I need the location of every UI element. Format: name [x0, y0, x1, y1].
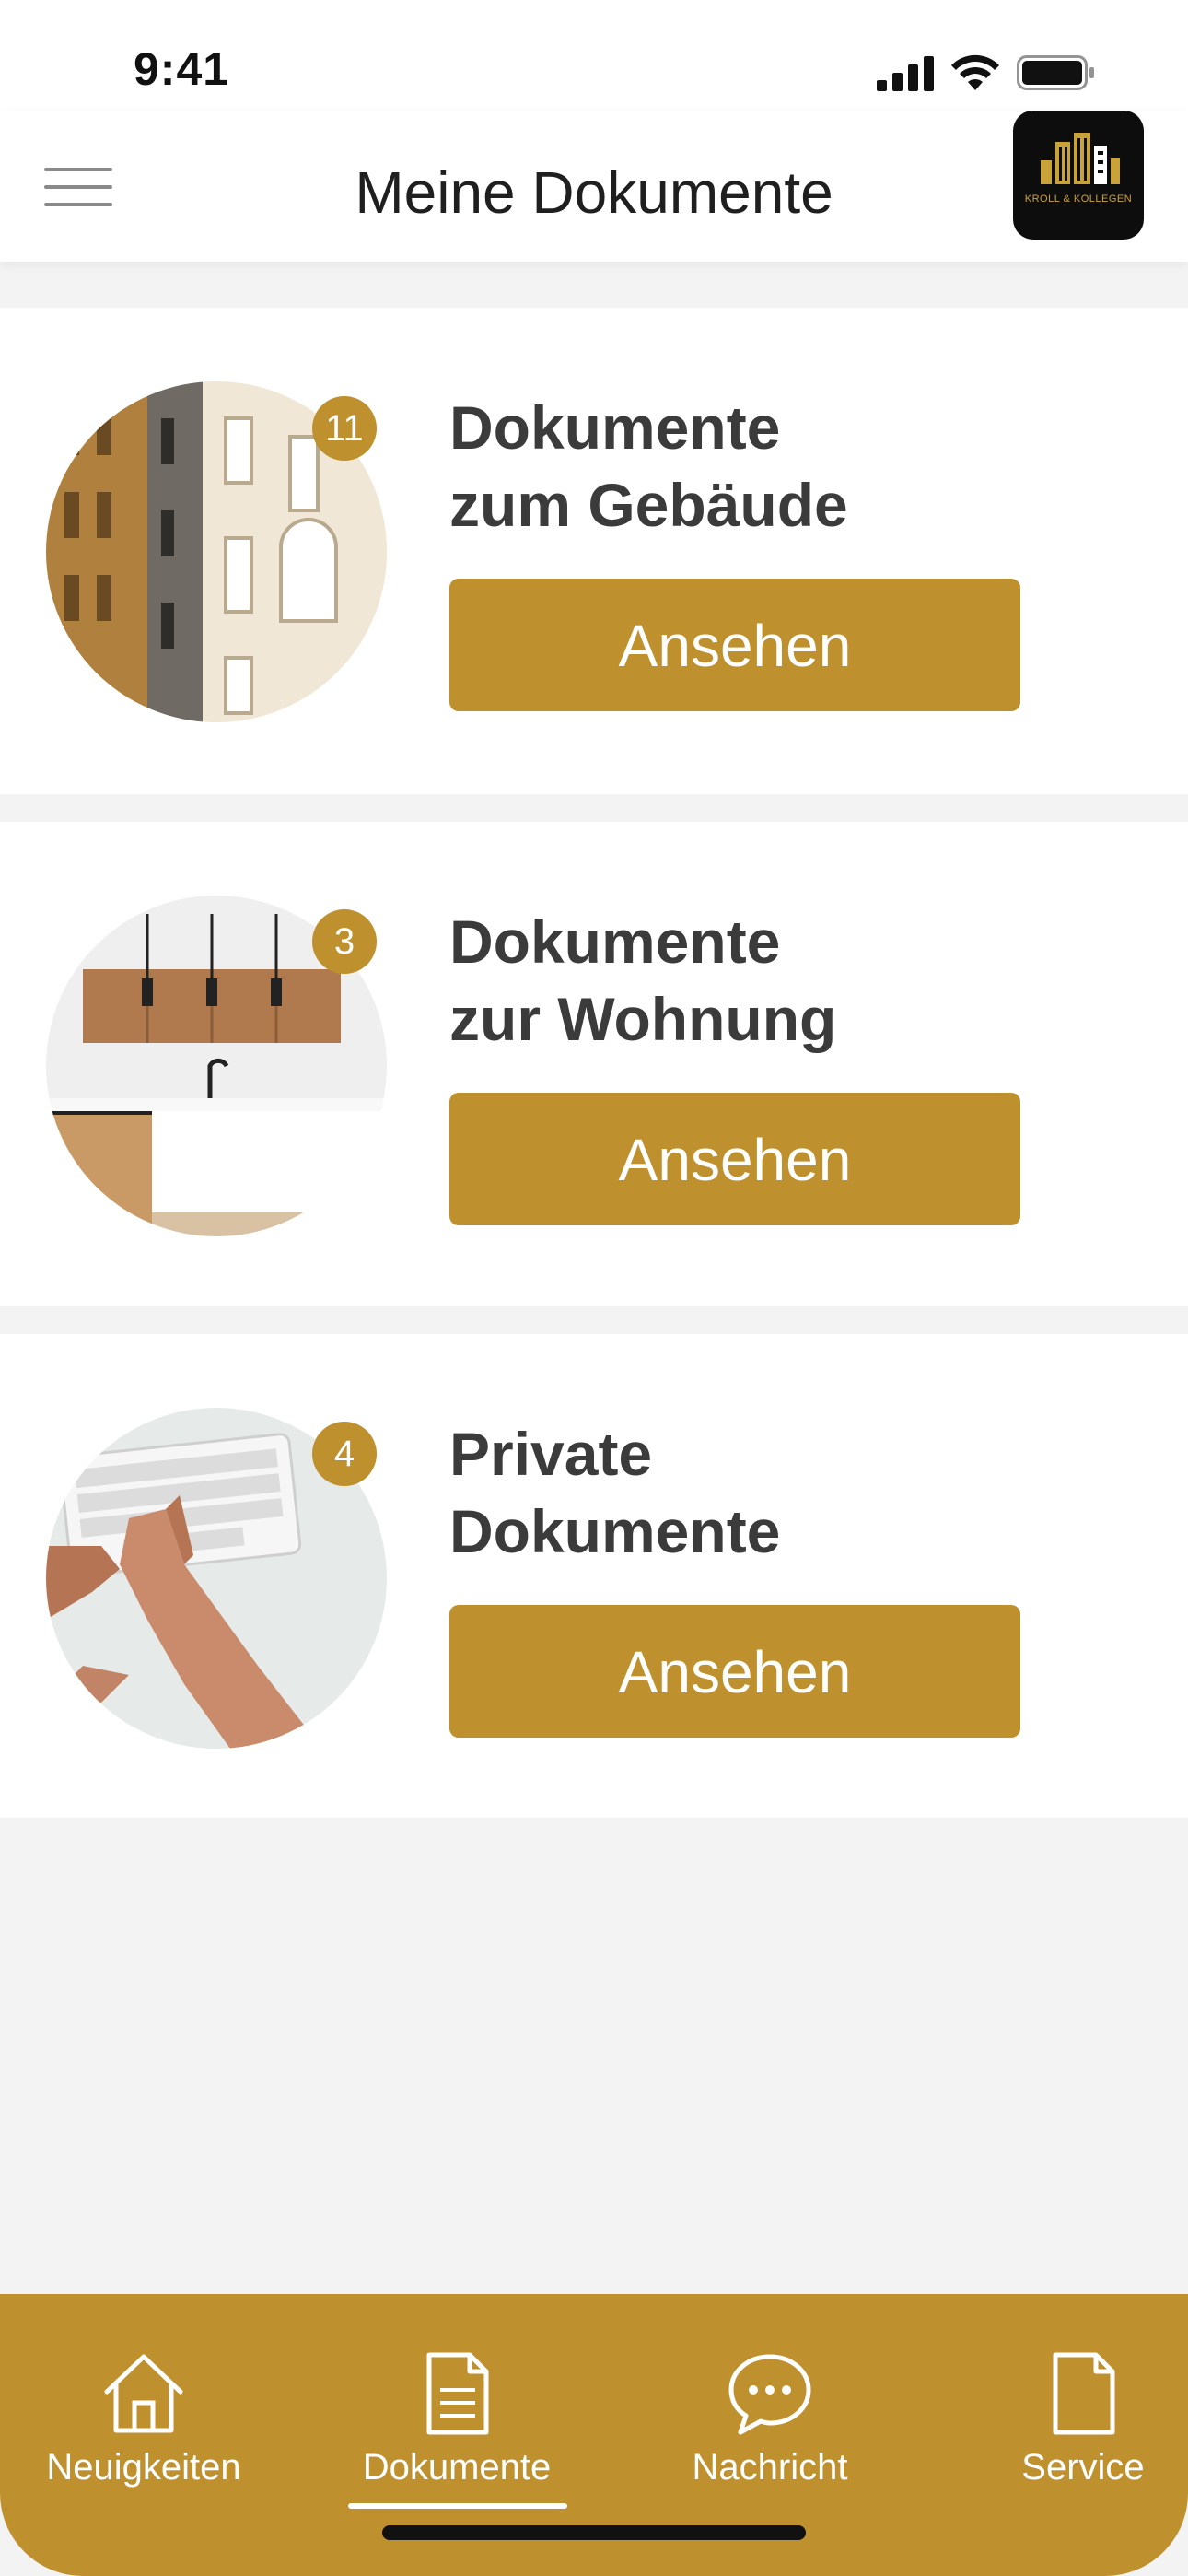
wifi-icon	[951, 54, 999, 90]
company-logo: KROLL & KOLLEGEN	[1013, 111, 1144, 240]
app-header: Meine Dokumente KROLL & KOLLEGEN	[0, 111, 1188, 262]
tab-label: Service	[1021, 2447, 1145, 2488]
building-logo-icon	[1041, 133, 1120, 184]
card-title: Dokumente zur Wohnung	[449, 907, 837, 1053]
battery-icon	[1017, 55, 1094, 90]
card-title: Private Dokumente	[449, 1420, 781, 1565]
active-tab-indicator	[348, 2503, 567, 2509]
tab-label: Neuigkeiten	[46, 2447, 241, 2488]
status-icons	[877, 50, 1096, 96]
status-bar: 9:41	[0, 0, 1188, 111]
view-private-documents-button[interactable]: Ansehen	[449, 1605, 1020, 1738]
status-time: 9:41	[134, 43, 230, 95]
home-icon	[104, 2354, 183, 2433]
logo-text: KROLL & KOLLEGEN	[1024, 193, 1133, 205]
document-card-building: 11 Dokumente zum Gebäude Ansehen	[0, 308, 1188, 794]
document-count-badge: 3	[312, 909, 377, 974]
tab-service[interactable]: Service	[963, 2349, 1188, 2488]
page-title: Meine Dokumente	[355, 159, 833, 226]
signal-icon	[877, 56, 934, 91]
document-icon	[426, 2352, 489, 2435]
tab-nachricht[interactable]: Nachricht	[650, 2349, 890, 2488]
document-card-apartment: 3 Dokumente zur Wohnung Ansehen	[0, 822, 1188, 1306]
home-indicator	[382, 2525, 806, 2540]
tab-dokumente[interactable]: Dokumente	[337, 2349, 577, 2488]
tab-label: Dokumente	[362, 2447, 552, 2488]
view-apartment-documents-button[interactable]: Ansehen	[449, 1093, 1020, 1225]
tab-neuigkeiten[interactable]: Neuigkeiten	[24, 2349, 263, 2488]
view-building-documents-button[interactable]: Ansehen	[449, 579, 1020, 711]
card-title: Dokumente zum Gebäude	[449, 393, 848, 539]
chat-bubble-icon	[728, 2354, 811, 2435]
page-icon	[1053, 2352, 1115, 2435]
document-card-private: 4 Private Dokumente Ansehen	[0, 1334, 1188, 1818]
document-count-badge: 11	[312, 396, 377, 461]
tab-label: Nachricht	[692, 2447, 848, 2488]
document-count-badge: 4	[312, 1422, 377, 1486]
